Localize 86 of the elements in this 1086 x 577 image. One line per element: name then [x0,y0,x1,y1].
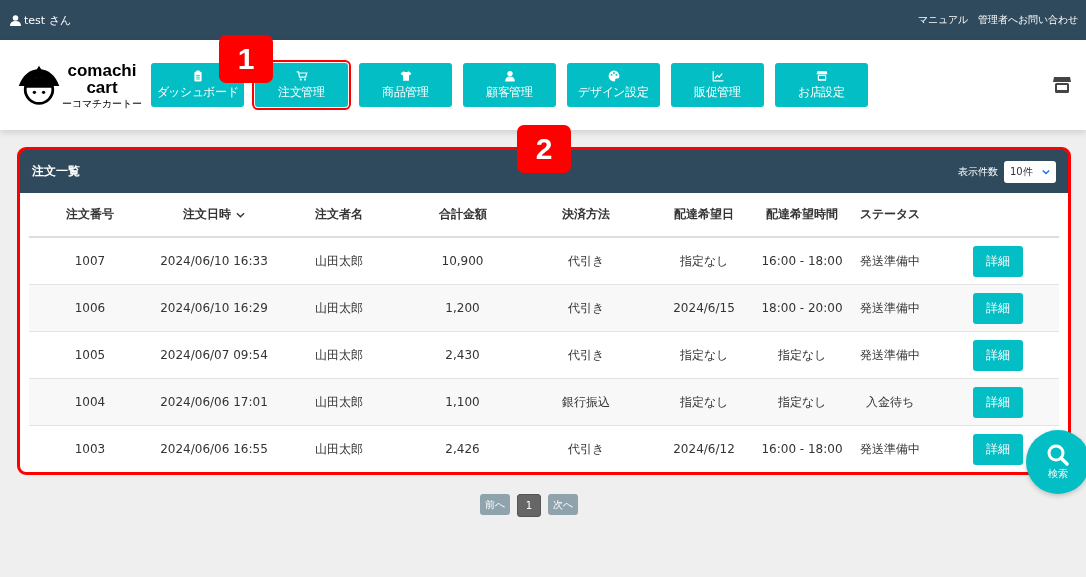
line-chart-icon [711,69,724,82]
table-cell: 発送準備中 [860,300,920,315]
nav-button[interactable]: お店設定 [775,63,868,107]
nav-button[interactable]: 販促管理 [671,63,764,107]
per-page-select[interactable]: 10件 [1004,160,1056,183]
table-cell: 山田太郎 [315,253,363,268]
table-cell: 18:00 - 20:00 [761,301,843,315]
chevron-icon [1042,168,1050,175]
sort-icon[interactable] [236,211,245,218]
column-header[interactable]: 合計金額 [401,193,524,237]
column-header[interactable]: 注文日時 [151,193,277,237]
logo-subtitle: ーコマチカートー [62,98,142,109]
user-icon [503,69,516,82]
table-cell: 10,900 [441,254,484,268]
detail-button[interactable]: 詳細 [972,433,1023,465]
table-cell: 入金待ち [866,394,914,409]
table-cell: 代引き [568,347,604,362]
panel-title: 注文一覧 [32,163,80,180]
clipboard-icon [191,69,204,82]
table-cell: 1005 [74,348,106,362]
logo-text: cart [86,78,118,96]
table-cell: 発送準備中 [860,253,920,268]
search-icon [1046,443,1070,467]
table-cell: 2,426 [445,442,480,456]
table-cell: 指定なし [778,394,826,409]
callout-tooltip: 2 [517,125,571,173]
table-cell: 16:00 - 18:00 [761,254,843,268]
user-icon [10,14,21,26]
table-cell: 山田太郎 [315,441,363,456]
table-cell: 2024/06/06 17:01 [160,395,268,409]
table-cell: 1007 [74,254,106,268]
table-cell: 代引き [568,253,604,268]
table-cell: 1003 [74,442,106,456]
table-cell: 2024/06/10 16:29 [160,301,268,315]
table-cell: 1,100 [445,395,480,409]
table-cell: 指定なし [680,253,728,268]
cart-icon [295,69,308,82]
column-header[interactable]: 配達希望時間 [760,193,844,237]
table-cell: 2024/06/10 16:33 [160,254,268,268]
per-page-label: 表示件数 [958,164,998,179]
detail-button[interactable]: 詳細 [972,339,1023,371]
nav-button[interactable]: 顧客管理 [463,63,556,107]
column-header[interactable]: ステータス [844,193,936,237]
detail-button[interactable]: 詳細 [972,386,1023,418]
table-cell: 発送準備中 [860,347,920,362]
detail-button[interactable]: 詳細 [972,245,1023,277]
table-cell: 2024/6/15 [673,301,735,315]
page-button[interactable]: 前へ [479,494,510,515]
table-cell: 1006 [74,301,106,315]
search-button[interactable]: 検索 [1026,430,1086,494]
table-cell: 代引き [568,300,604,315]
page-button[interactable]: 次へ [548,494,579,515]
table-cell: 山田太郎 [315,300,363,315]
shirt-icon [399,69,412,82]
table-cell: 代引き [568,441,604,456]
logo-text: comachi [67,61,137,79]
callout-tooltip: 1 [219,35,273,83]
table-cell: 2024/06/06 16:55 [160,442,268,456]
palette-icon [607,69,620,82]
table-cell: 指定なし [680,347,728,362]
column-header[interactable]: 決済方法 [524,193,648,237]
top-link[interactable]: マニュアル [918,13,968,27]
page-button[interactable]: 1 [516,494,542,517]
table-cell: 2024/6/12 [673,442,735,456]
table-cell: 発送準備中 [860,441,920,456]
nav-button[interactable]: 商品管理 [359,63,452,107]
table-cell: 指定なし [778,347,826,362]
store-icon[interactable] [1052,75,1072,95]
store-icon [815,69,828,82]
table-cell: 2,430 [445,348,480,362]
detail-button[interactable]: 詳細 [972,292,1023,324]
nav-button[interactable]: デザイン設定 [567,63,660,107]
table-cell: 山田太郎 [315,394,363,409]
column-header[interactable]: 注文番号 [29,193,151,237]
user-name[interactable]: test さん [10,12,71,28]
top-link[interactable]: 管理者へお問い合わせ [978,13,1078,27]
table-cell: 指定なし [680,394,728,409]
table-cell: 銀行振込 [562,394,610,409]
nav-button[interactable]: 注文管理 [255,63,348,107]
column-header[interactable]: 配達希望日 [648,193,760,237]
table-cell: 山田太郎 [315,347,363,362]
table-cell: 1004 [74,395,106,409]
table-cell: 2024/06/07 09:54 [160,348,268,362]
column-header[interactable]: 注文者名 [277,193,401,237]
table-cell: 1,200 [445,301,480,315]
table-cell: 16:00 - 18:00 [761,442,843,456]
